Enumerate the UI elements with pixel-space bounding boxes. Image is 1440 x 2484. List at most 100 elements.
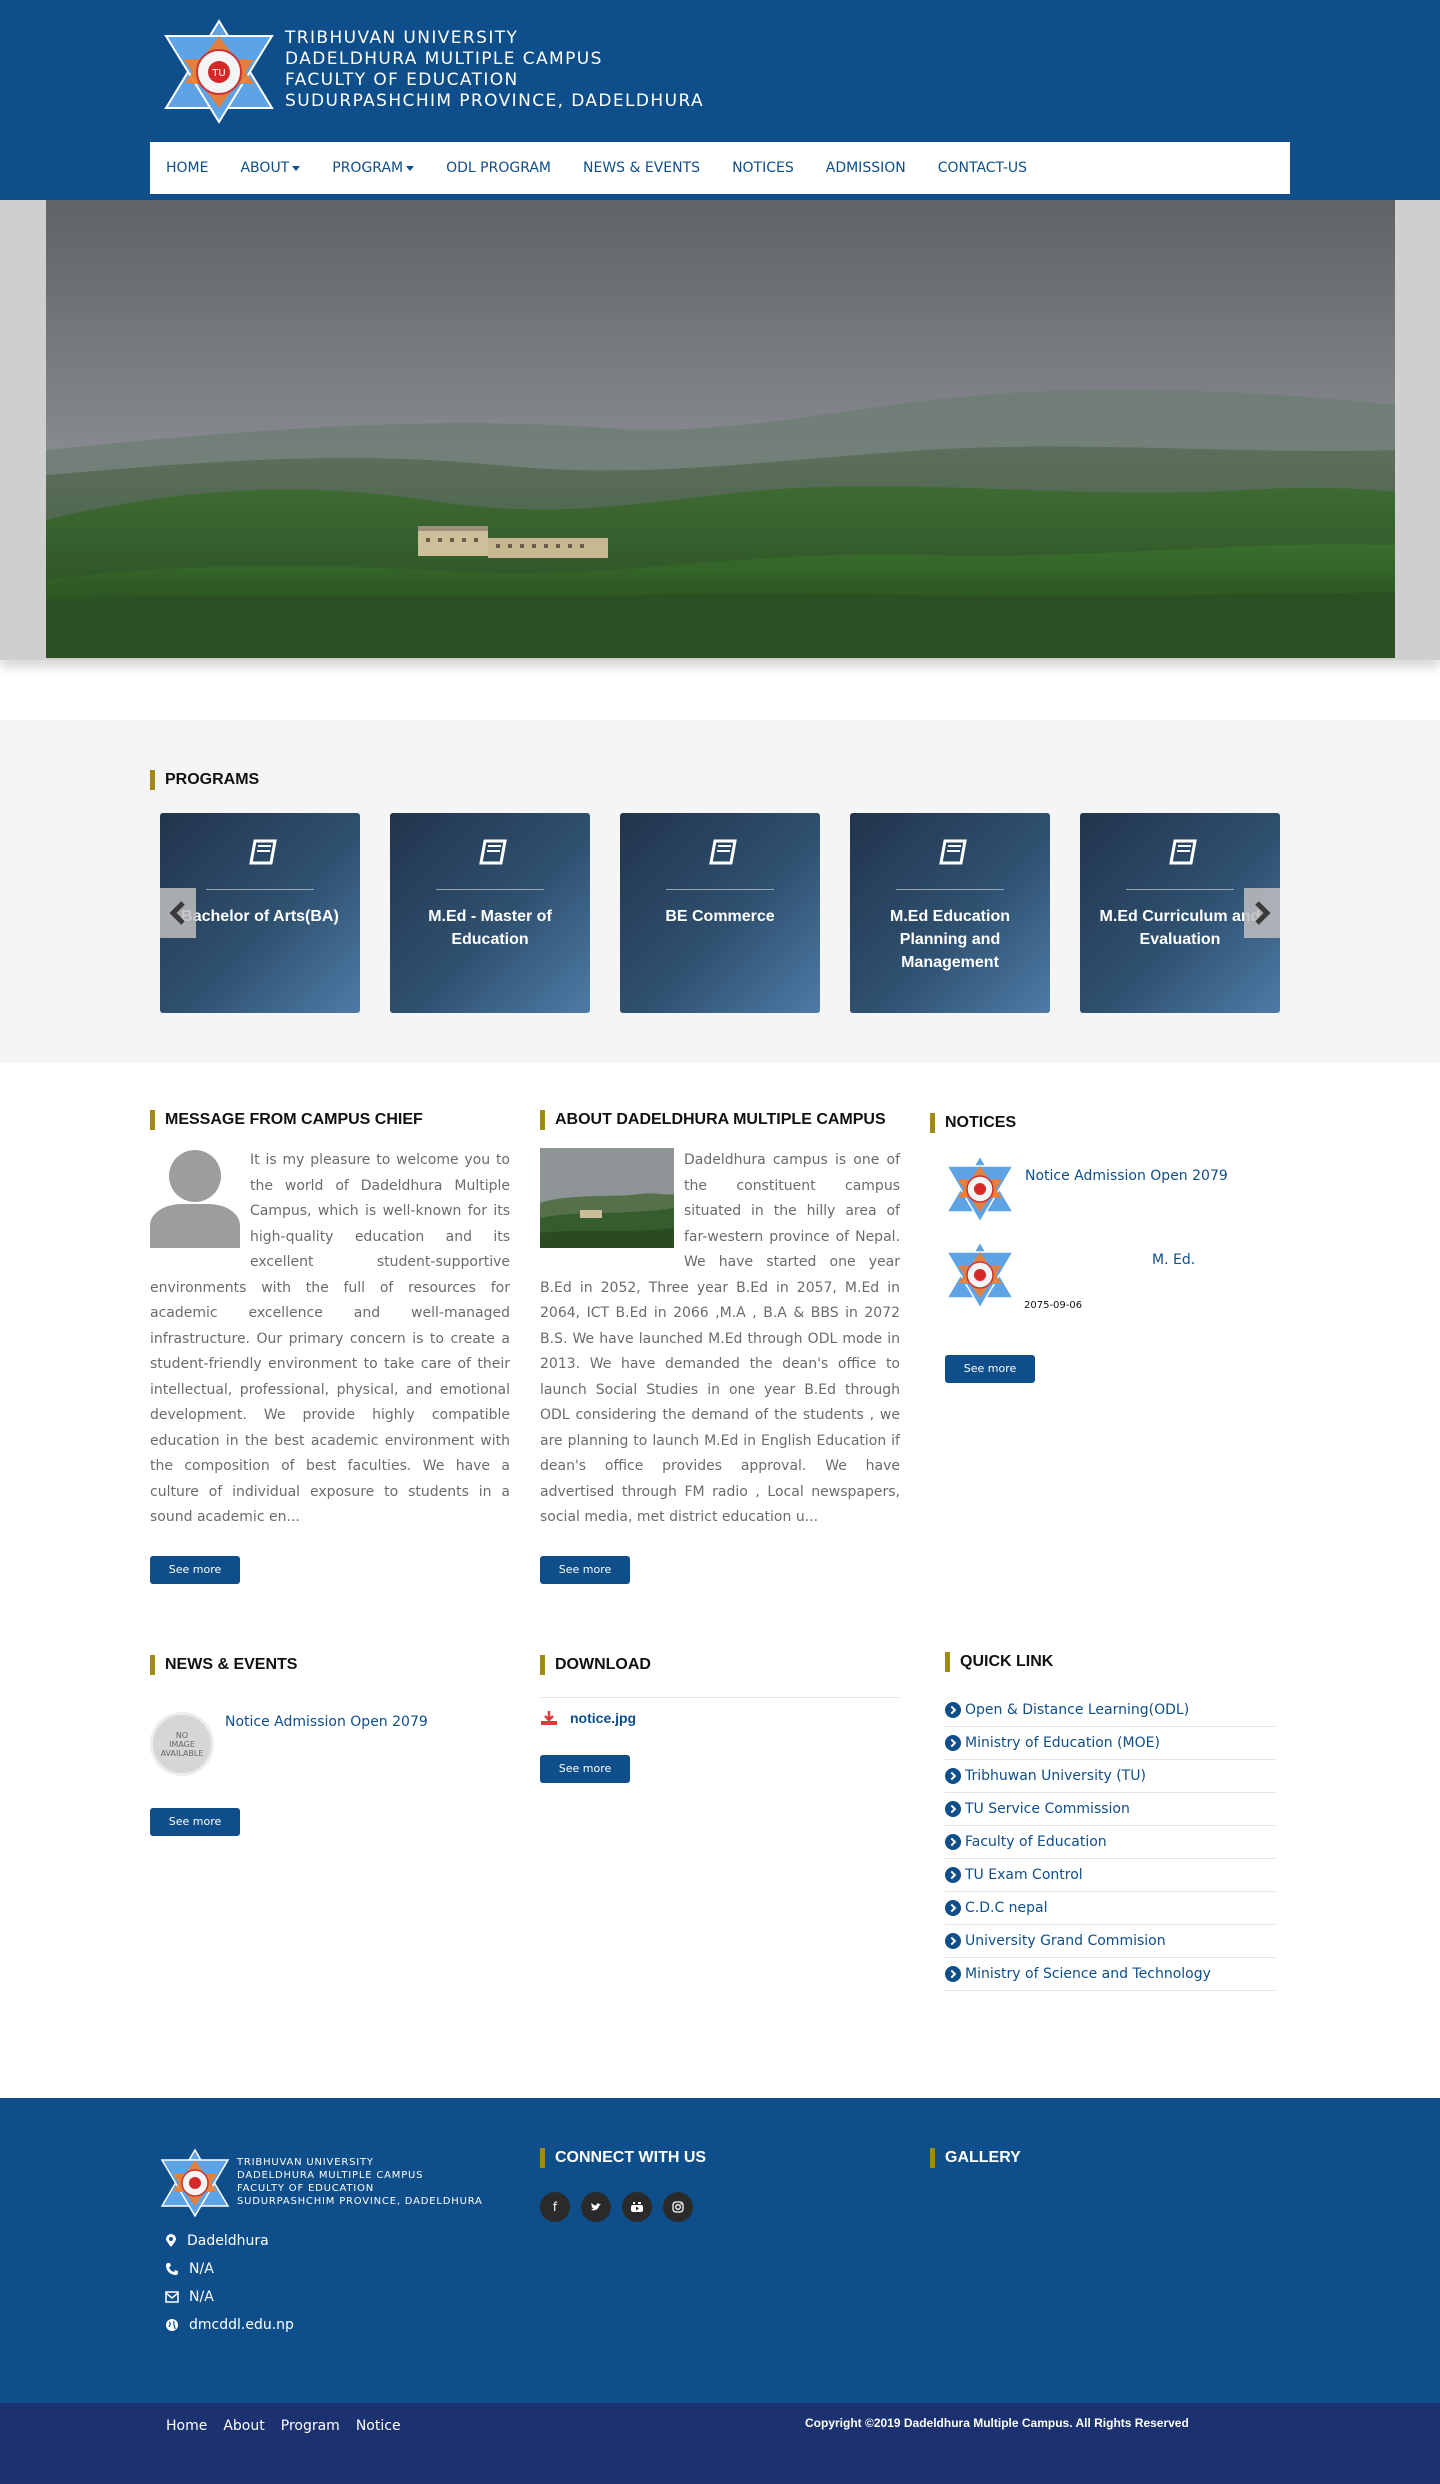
facebook-icon[interactable]: f bbox=[540, 2192, 570, 2222]
quick-link-label: TU Service Commission bbox=[965, 1801, 1130, 1817]
notice-title[interactable]: M. Ed. bbox=[1152, 1252, 1195, 1268]
phone-icon bbox=[166, 2263, 178, 2275]
nav-program[interactable]: PROGRAM bbox=[332, 160, 415, 176]
nav-news-events[interactable]: NEWS & EVENTS bbox=[583, 160, 700, 176]
logo-line: FACULTY OF EDUCATION bbox=[285, 70, 519, 90]
notices-see-more-button[interactable]: See more bbox=[945, 1355, 1035, 1383]
nav-home[interactable]: HOME bbox=[166, 160, 208, 176]
chevron-circle-right-icon bbox=[945, 1900, 961, 1916]
quick-link-item[interactable]: Ministry of Science and Technology bbox=[945, 1958, 1275, 1991]
quick-link-title: QUICK LINK bbox=[945, 1652, 1053, 1672]
quick-link-item[interactable]: University Grand Commision bbox=[945, 1925, 1275, 1958]
caret-down-icon bbox=[292, 165, 301, 171]
footer-nav: Home About Program Notice bbox=[166, 2418, 417, 2434]
program-name: M.Ed Education Planning and Management bbox=[890, 908, 1010, 971]
program-name: Bachelor of Arts(BA) bbox=[181, 908, 339, 925]
program-card[interactable]: M.Ed Education Planning and Management bbox=[850, 813, 1050, 1013]
download-see-more-button[interactable]: See more bbox=[540, 1755, 630, 1783]
footer-logo[interactable] bbox=[160, 2148, 230, 2218]
carousel-prev-button[interactable] bbox=[160, 888, 196, 938]
notice-date: 2075-09-06 bbox=[1024, 1300, 1083, 1311]
quick-link-item[interactable]: Open & Distance Learning(ODL) bbox=[945, 1694, 1275, 1727]
nav-home-label: HOME bbox=[166, 160, 209, 176]
carousel-next-button[interactable] bbox=[1244, 888, 1280, 938]
news-see-more-button[interactable]: See more bbox=[150, 1808, 240, 1836]
chief-see-more-button[interactable]: See more bbox=[150, 1556, 240, 1584]
quick-link-item[interactable]: Ministry of Education (MOE) bbox=[945, 1727, 1275, 1760]
footer-phone: N/A bbox=[165, 2261, 214, 2277]
chief-message: It is my pleasure to welcome you to the … bbox=[150, 1148, 510, 1531]
news-title[interactable]: Notice Admission Open 2079 bbox=[225, 1714, 428, 1730]
globe-icon bbox=[166, 2319, 178, 2331]
footer-bottom-bar bbox=[0, 2403, 1440, 2484]
footer-website-text[interactable]: dmcddl.edu.np bbox=[189, 2317, 294, 2333]
book-icon bbox=[249, 839, 277, 865]
nav-admission[interactable]: ADMISSION bbox=[826, 160, 906, 176]
program-card[interactable]: BE Commerce bbox=[620, 813, 820, 1013]
hero-slide-image[interactable] bbox=[46, 200, 1395, 658]
about-title: ABOUT DADELDHURA MULTIPLE CAMPUS bbox=[540, 1110, 886, 1130]
quick-link-label: C.D.C nepal bbox=[965, 1900, 1048, 1916]
footer-logo-line: TRIBHUVAN UNIVERSITY bbox=[237, 2157, 374, 2168]
divider bbox=[540, 1697, 900, 1698]
footer-email-text: N/A bbox=[189, 2289, 214, 2305]
nav-news-label: NEWS & EVENTS bbox=[583, 160, 701, 176]
card-divider bbox=[1126, 889, 1234, 890]
quick-link-item[interactable]: Faculty of Education bbox=[945, 1826, 1275, 1859]
chevron-circle-right-icon bbox=[945, 1768, 961, 1784]
notice-thumbnail-logo bbox=[945, 1154, 1015, 1224]
footer-phone-text: N/A bbox=[189, 2261, 214, 2277]
quick-link-item[interactable]: TU Service Commission bbox=[945, 1793, 1275, 1826]
footer-link-program[interactable]: Program bbox=[281, 2418, 340, 2434]
book-icon bbox=[709, 839, 737, 865]
book-icon bbox=[939, 839, 967, 865]
footer-logo-line: FACULTY OF EDUCATION bbox=[237, 2183, 374, 2194]
chevron-circle-right-icon bbox=[945, 1735, 961, 1751]
university-logo[interactable]: TU bbox=[162, 18, 277, 126]
nav-notices[interactable]: NOTICES bbox=[732, 160, 794, 176]
quick-link-item[interactable]: C.D.C nepal bbox=[945, 1892, 1275, 1925]
no-image-label: NO bbox=[175, 1730, 189, 1740]
notice-title[interactable]: Notice Admission Open 2079 bbox=[1025, 1168, 1228, 1184]
nav-program-label: PROGRAM bbox=[332, 160, 404, 176]
notice-item[interactable]: Notice Admission Open 2079 bbox=[945, 1154, 1275, 1224]
nav-odl-program[interactable]: ODL PROGRAM bbox=[446, 160, 551, 176]
footer-link-home[interactable]: Home bbox=[166, 2418, 207, 2434]
card-divider bbox=[666, 889, 774, 890]
chevron-circle-right-icon bbox=[945, 1702, 961, 1718]
quick-link-label: University Grand Commision bbox=[965, 1933, 1166, 1949]
instagram-icon[interactable] bbox=[663, 2192, 693, 2222]
quick-link-item[interactable]: TU Exam Control bbox=[945, 1859, 1275, 1892]
nav-about[interactable]: ABOUT bbox=[240, 160, 301, 176]
chevron-circle-right-icon bbox=[945, 1834, 961, 1850]
card-divider bbox=[896, 889, 1004, 890]
news-item[interactable]: NO IMAGE AVAILABLE Notice Admission Open… bbox=[150, 1712, 510, 1778]
footer-website[interactable]: dmcddl.edu.np bbox=[165, 2317, 294, 2333]
quick-link-label: Ministry of Education (MOE) bbox=[965, 1735, 1160, 1751]
footer-location-text: Dadeldhura bbox=[187, 2233, 269, 2249]
quick-link-item[interactable]: Tribhuwan University (TU) bbox=[945, 1760, 1275, 1793]
no-image-label: IMAGE bbox=[169, 1739, 195, 1749]
nav-contact-us[interactable]: CONTACT-US bbox=[938, 160, 1027, 176]
twitter-icon[interactable] bbox=[581, 2192, 611, 2222]
chevron-circle-right-icon bbox=[945, 1801, 961, 1817]
footer-location: Dadeldhura bbox=[165, 2233, 269, 2249]
quick-link-label: Ministry of Science and Technology bbox=[965, 1966, 1211, 1982]
download-title: DOWNLOAD bbox=[540, 1655, 651, 1675]
program-card[interactable]: M.Ed - Master of Education bbox=[390, 813, 590, 1013]
chevron-right-icon bbox=[1255, 901, 1271, 925]
svg-text:TU: TU bbox=[211, 68, 225, 79]
download-file-name[interactable]: notice.jpg bbox=[570, 1710, 636, 1726]
envelope-icon bbox=[165, 2291, 179, 2303]
nav-contact-label: CONTACT-US bbox=[937, 160, 1028, 176]
youtube-icon[interactable] bbox=[622, 2192, 652, 2222]
copyright-text: Copyright ©2019 Dadeldhura Multiple Camp… bbox=[805, 2416, 1189, 2430]
quick-link-label: Open & Distance Learning(ODL) bbox=[965, 1702, 1190, 1718]
about-see-more-button[interactable]: See more bbox=[540, 1556, 630, 1584]
campus-thumbnail-image[interactable] bbox=[540, 1148, 674, 1248]
footer-link-notice[interactable]: Notice bbox=[356, 2418, 401, 2434]
notice-item[interactable]: M. Ed. 2075-09-06 bbox=[945, 1240, 1275, 1311]
site-footer bbox=[0, 2098, 1440, 2403]
download-item[interactable]: notice.jpg bbox=[540, 1710, 636, 1726]
footer-link-about[interactable]: About bbox=[223, 2418, 264, 2434]
